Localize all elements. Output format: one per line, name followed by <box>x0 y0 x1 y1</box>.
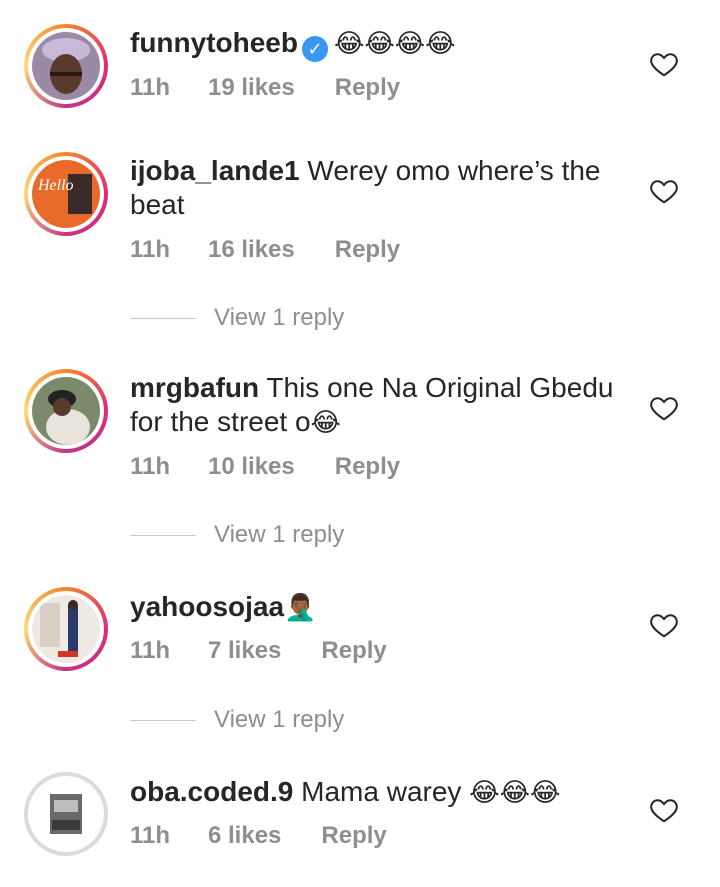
comment-body: mrgbafun This one Na Original Gbedu for … <box>130 371 620 439</box>
avatar[interactable] <box>24 369 108 453</box>
emoji: 😂😂😂😂 <box>334 28 456 58</box>
view-replies-button[interactable]: View 1 reply <box>130 521 344 549</box>
reply-button[interactable]: Reply <box>335 74 400 102</box>
username[interactable]: funnytoheeb <box>130 27 298 58</box>
username[interactable]: oba.coded.9 <box>130 776 293 807</box>
comment-body: ijoba_lande1 Werey omo where’s the beat <box>130 154 620 222</box>
timestamp: 11h <box>130 236 171 263</box>
avatar-image <box>32 595 100 663</box>
reply-button[interactable]: Reply <box>335 236 400 264</box>
username[interactable]: ijoba_lande1 <box>130 155 300 186</box>
view-replies-label: View 1 reply <box>214 304 345 331</box>
timestamp: 11h <box>130 453 171 480</box>
likes-count[interactable]: 19 likes <box>208 74 295 102</box>
view-replies-button[interactable]: View 1 reply <box>130 304 344 332</box>
heart-outline-icon[interactable] <box>649 610 679 640</box>
avatar[interactable] <box>24 24 108 108</box>
divider-line <box>130 719 196 721</box>
heart-outline-icon[interactable] <box>649 393 679 423</box>
view-replies-label: View 1 reply <box>214 521 345 548</box>
avatar-image <box>32 780 100 848</box>
comment-meta: 11h 7 likes Reply <box>130 637 387 665</box>
verified-badge-icon: ✓ <box>302 36 328 62</box>
heart-outline-icon[interactable] <box>649 176 679 206</box>
comment-meta: 11h 6 likes Reply <box>130 822 387 850</box>
reply-button[interactable]: Reply <box>321 822 386 850</box>
avatar[interactable] <box>24 587 108 671</box>
svg-text:Hello: Hello <box>37 177 74 194</box>
heart-outline-icon[interactable] <box>649 795 679 825</box>
divider-line <box>130 534 196 536</box>
likes-count[interactable]: 7 likes <box>208 637 281 665</box>
username[interactable]: mrgbafun <box>130 372 259 403</box>
emoji: 😂 <box>310 407 341 437</box>
view-replies-button[interactable]: View 1 reply <box>130 706 344 734</box>
comment-body: yahoosojaa🤦🏾‍♂️ <box>130 590 620 624</box>
username[interactable]: yahoosojaa <box>130 591 284 622</box>
comment-meta: 11h 16 likes Reply <box>130 236 400 264</box>
comment-meta: 11h 19 likes Reply <box>130 74 400 102</box>
view-replies-label: View 1 reply <box>214 706 345 733</box>
reply-button[interactable]: Reply <box>321 637 386 665</box>
reply-button[interactable]: Reply <box>335 453 400 481</box>
avatar[interactable] <box>24 772 108 856</box>
emoji: 😂😂😂 <box>469 777 561 807</box>
likes-count[interactable]: 6 likes <box>208 822 281 850</box>
avatar[interactable]: Hello <box>24 152 108 236</box>
heart-outline-icon[interactable] <box>649 49 679 79</box>
comment-body: oba.coded.9 Mama warey 😂😂😂 <box>130 775 620 809</box>
comment-body: funnytoheeb ✓ 😂😂😂😂 <box>130 26 620 62</box>
likes-count[interactable]: 16 likes <box>208 236 295 264</box>
comment-text: Mama warey <box>301 776 462 807</box>
likes-count[interactable]: 10 likes <box>208 453 295 481</box>
avatar-image <box>32 32 100 100</box>
avatar-image <box>32 377 100 445</box>
timestamp: 11h <box>130 637 171 664</box>
divider-line <box>130 317 196 319</box>
avatar-image: Hello <box>32 160 100 228</box>
comment-meta: 11h 10 likes Reply <box>130 453 400 481</box>
emoji: 🤦🏾‍♂️ <box>284 592 317 622</box>
timestamp: 11h <box>130 822 171 849</box>
timestamp: 11h <box>130 74 171 101</box>
